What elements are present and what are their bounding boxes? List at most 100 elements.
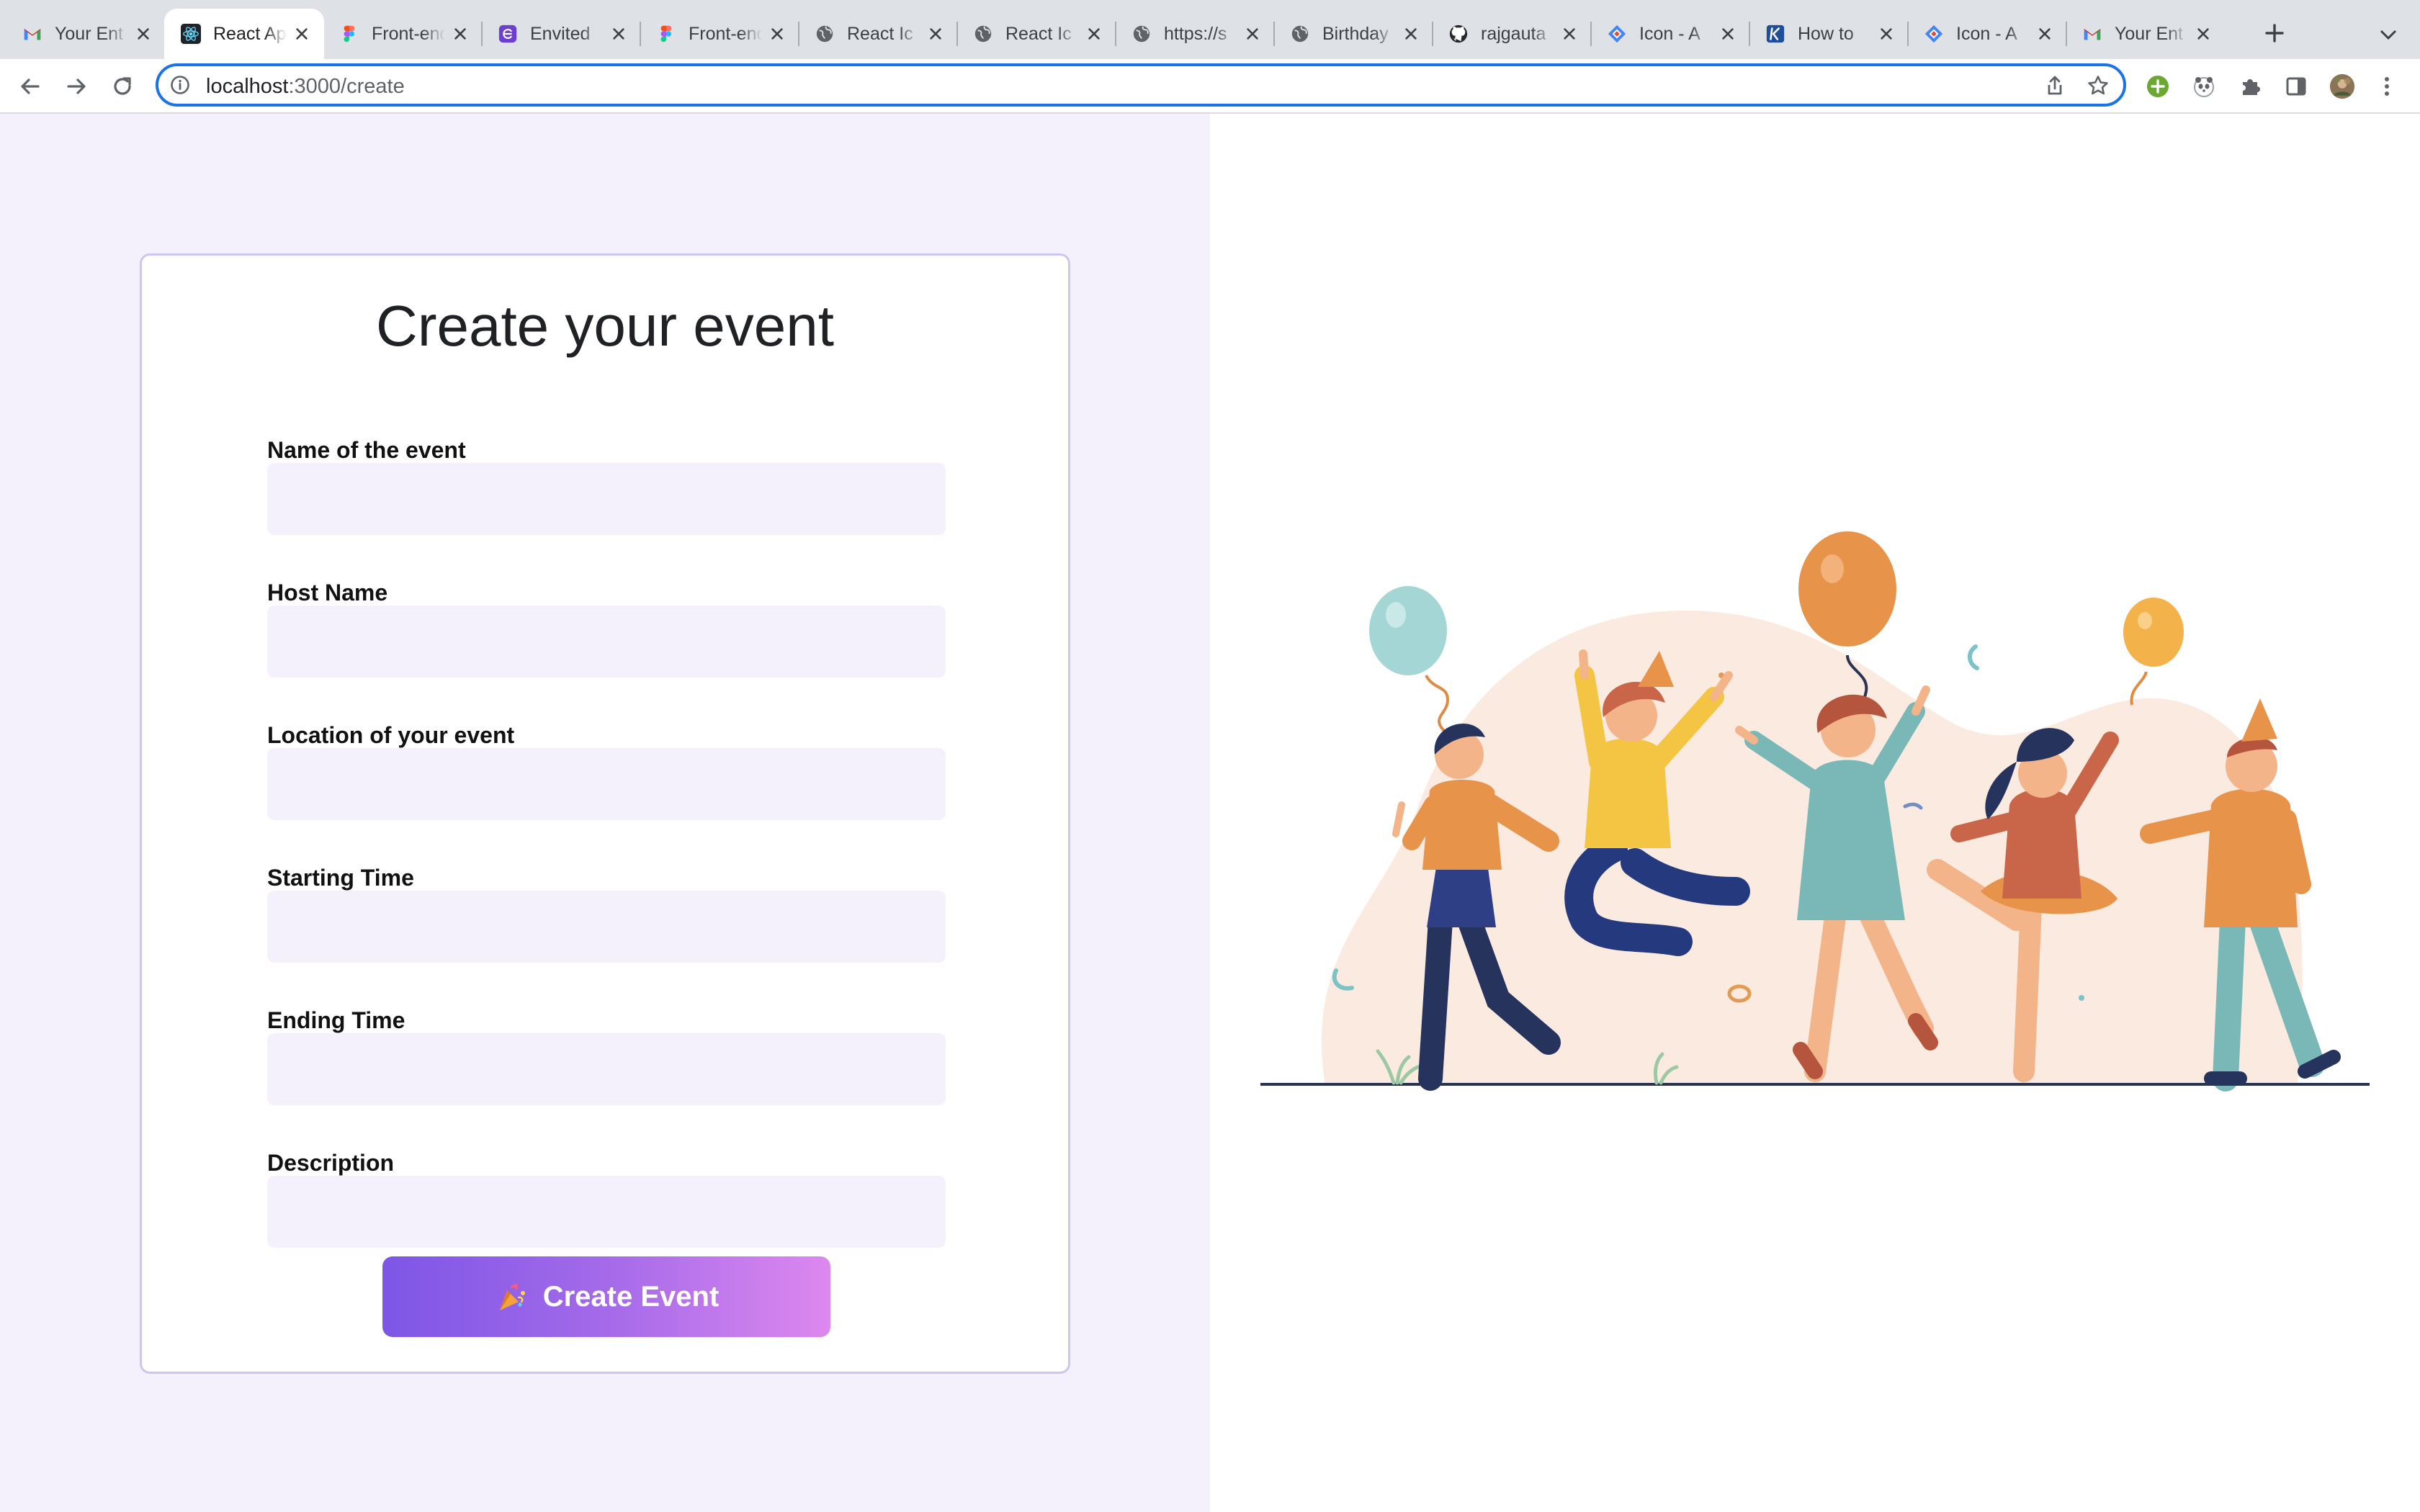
- ending-time-label: Ending Time: [267, 1007, 405, 1033]
- tab-title: https://s: [1164, 23, 1227, 44]
- close-icon[interactable]: [2192, 23, 2214, 45]
- confetti-icon: [499, 1284, 525, 1310]
- more-vertical-icon: [2385, 77, 2389, 96]
- address-bar[interactable]: localhost:3000/create: [156, 63, 2126, 107]
- close-icon[interactable]: [2034, 23, 2056, 45]
- tab-title: React Ic: [1005, 23, 1072, 44]
- extension-panda-button[interactable]: [2191, 73, 2217, 99]
- tab-7[interactable]: React Ic: [956, 9, 1116, 59]
- starting-time-input[interactable]: [267, 891, 946, 963]
- close-icon[interactable]: [449, 23, 471, 45]
- figma-icon: [655, 23, 677, 45]
- figma-icon: [339, 23, 360, 45]
- profile-avatar[interactable]: [2329, 73, 2355, 99]
- tab-title: rajgauta: [1481, 23, 1546, 44]
- tab-5[interactable]: Front-end: [640, 9, 799, 59]
- close-icon[interactable]: [766, 23, 788, 45]
- tab-title: Birthday: [1322, 23, 1389, 44]
- arrow-right-icon: [67, 78, 86, 94]
- create-event-card: Create your event Name of the event Host…: [140, 253, 1070, 1374]
- tab-title: Icon - A: [1956, 23, 2017, 44]
- star-icon: [2088, 76, 2108, 95]
- party-people-illustration: [1260, 531, 2370, 1092]
- tab-search-button[interactable]: [2374, 22, 2403, 48]
- tab-title: Front-end: [372, 23, 445, 44]
- back-button[interactable]: [13, 69, 48, 104]
- tab-13[interactable]: Icon - A: [1907, 9, 2067, 59]
- close-icon[interactable]: [1400, 23, 1422, 45]
- page-content: Create your event Name of the event Host…: [0, 114, 2420, 1512]
- tab-strip: Your Ent React App Front-end Envited Front-e…: [0, 0, 2420, 59]
- close-icon[interactable]: [1242, 23, 1263, 45]
- react-icon: [180, 23, 202, 45]
- github-icon: [1448, 23, 1469, 45]
- browser-menu-button[interactable]: [2374, 73, 2400, 99]
- create-event-label: Create Event: [542, 1280, 720, 1313]
- close-icon[interactable]: [291, 23, 313, 45]
- address-url[interactable]: localhost:3000/create: [206, 75, 405, 99]
- tab-2[interactable]: React App: [164, 9, 324, 59]
- tab-title: React App: [213, 23, 287, 44]
- tab-title: Your Ent: [2115, 23, 2183, 44]
- tab-12[interactable]: How to: [1749, 9, 1909, 59]
- address-path: :3000/create: [288, 75, 405, 98]
- tab-11[interactable]: Icon - A: [1590, 9, 1750, 59]
- globe-icon: [972, 23, 994, 45]
- k-icon: [1765, 23, 1786, 45]
- forward-button[interactable]: [59, 69, 94, 104]
- close-icon[interactable]: [1876, 23, 1897, 45]
- tab-14[interactable]: Your Ent: [2066, 9, 2226, 59]
- bookmark-button[interactable]: [2086, 73, 2110, 98]
- tab-8[interactable]: https://s: [1115, 9, 1275, 59]
- tab-1[interactable]: Your Ent: [6, 9, 166, 59]
- tab-3[interactable]: Front-end: [323, 9, 483, 59]
- location-input[interactable]: [267, 748, 946, 820]
- side-panel-button[interactable]: [2283, 73, 2309, 99]
- tab-6[interactable]: React Ic: [798, 9, 958, 59]
- tab-title: How to: [1798, 23, 1854, 44]
- close-icon[interactable]: [1083, 23, 1105, 45]
- event-name-input[interactable]: [267, 463, 946, 535]
- form-panel: Create your event Name of the event Host…: [0, 114, 1210, 1512]
- event-name-label: Name of the event: [267, 437, 466, 463]
- address-host: localhost: [206, 75, 289, 98]
- tab-4[interactable]: Envited: [481, 9, 641, 59]
- location-label: Location of your event: [267, 722, 515, 748]
- reload-icon: [114, 77, 131, 95]
- share-button[interactable]: [2043, 73, 2067, 98]
- close-icon[interactable]: [133, 23, 154, 45]
- puzzle-icon: [2243, 79, 2260, 95]
- envited-icon: [497, 23, 519, 45]
- tab-title: Your Ent: [55, 23, 123, 44]
- diamond-icon: [1923, 23, 1945, 45]
- globe-icon: [1289, 23, 1311, 45]
- close-icon[interactable]: [1717, 23, 1739, 45]
- ending-time-input[interactable]: [267, 1033, 946, 1105]
- reload-button[interactable]: [105, 69, 140, 104]
- side-panel-icon: [2286, 77, 2306, 96]
- close-icon[interactable]: [608, 23, 629, 45]
- tab-title: Icon - A: [1639, 23, 1700, 44]
- gmail-icon: [2081, 23, 2103, 45]
- tab-9[interactable]: Birthday: [1273, 9, 1433, 59]
- page-title: Create your event: [376, 294, 834, 358]
- tab-title: React Ic: [847, 23, 913, 44]
- gmail-icon: [22, 23, 43, 45]
- extensions-button[interactable]: [2237, 73, 2263, 99]
- description-input[interactable]: [267, 1176, 946, 1248]
- tab-10[interactable]: rajgauta: [1432, 9, 1592, 59]
- host-name-label: Host Name: [267, 580, 388, 606]
- site-info-icon[interactable]: [169, 73, 192, 96]
- close-icon[interactable]: [1559, 23, 1580, 45]
- description-label: Description: [267, 1150, 395, 1176]
- new-tab-button[interactable]: [2260, 19, 2289, 48]
- create-event-button[interactable]: Create Event: [382, 1256, 830, 1337]
- extension-add-button[interactable]: [2145, 73, 2171, 99]
- tab-title: Front-end: [689, 23, 762, 44]
- panda-icon: [2194, 77, 2214, 97]
- host-name-input[interactable]: [267, 606, 946, 678]
- diamond-icon: [1606, 23, 1628, 45]
- chevron-down-icon: [2380, 30, 2397, 40]
- tab-title: Envited: [530, 23, 591, 44]
- close-icon[interactable]: [925, 23, 946, 45]
